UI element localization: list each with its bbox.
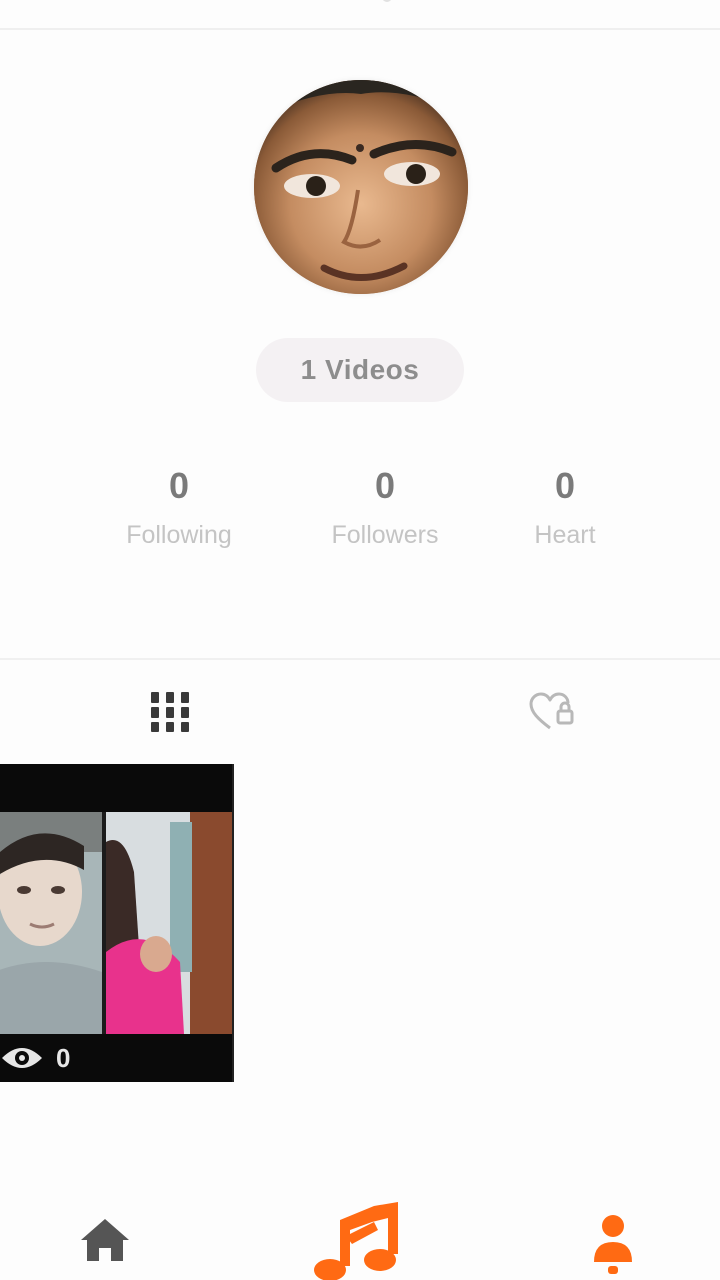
- profile-screen: 1 Videos 0 Following 0 Followers 0 Heart: [0, 0, 720, 1280]
- tab-liked[interactable]: [520, 684, 584, 740]
- eye-icon: [0, 1044, 44, 1072]
- grid-icon: [151, 692, 189, 732]
- stat-value: 0: [554, 465, 576, 506]
- video-preview-image: [0, 812, 232, 1034]
- video-thumbnail[interactable]: 0: [0, 764, 234, 1082]
- stat-value: 0: [168, 465, 190, 506]
- stat-following[interactable]: 0 Following: [99, 462, 259, 550]
- videos-count-label: 1 Videos: [300, 354, 420, 385]
- nav-home[interactable]: [78, 1216, 132, 1264]
- stat-label: Followers: [331, 521, 439, 549]
- bottom-nav: [0, 1190, 720, 1280]
- music-note-icon: [314, 1202, 398, 1280]
- top-indicator-icon: [382, 0, 392, 2]
- stat-label: Following: [126, 521, 232, 549]
- tab-videos-grid[interactable]: [140, 684, 200, 740]
- home-icon: [81, 1219, 129, 1261]
- profile-icon: [594, 1215, 632, 1274]
- heart-lock-icon: [529, 692, 574, 730]
- header-divider: [0, 28, 720, 30]
- nav-profile[interactable]: [590, 1214, 636, 1280]
- stat-value: 0: [374, 465, 396, 506]
- stat-label: Heart: [534, 521, 596, 549]
- nav-music[interactable]: [312, 1200, 412, 1280]
- stat-heart[interactable]: 0 Heart: [485, 462, 645, 550]
- view-count: 0: [0, 1034, 70, 1082]
- avatar[interactable]: [254, 80, 468, 294]
- view-count-value: 0: [56, 1042, 71, 1073]
- tabs-divider: [0, 658, 720, 660]
- videos-count-pill: 1 Videos: [256, 338, 464, 402]
- stat-followers[interactable]: 0 Followers: [305, 462, 465, 550]
